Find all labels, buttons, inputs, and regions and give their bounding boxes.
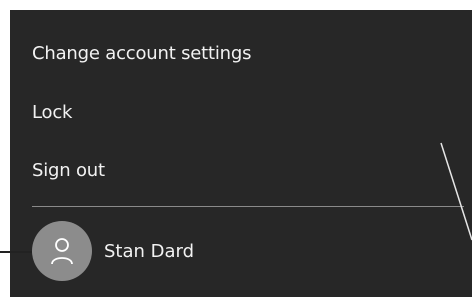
user-name: Stan Dard xyxy=(104,241,195,262)
current-user-row[interactable]: Stan Dard xyxy=(32,221,332,281)
user-avatar-icon xyxy=(51,238,73,265)
avatar xyxy=(32,221,92,281)
account-menu: Change account settings Lock Sign out St… xyxy=(10,10,472,297)
lock-item[interactable]: Lock xyxy=(32,102,72,123)
menu-divider xyxy=(32,206,464,207)
sign-out-item[interactable]: Sign out xyxy=(32,160,105,181)
screenshot-frame: Change account settings Lock Sign out St… xyxy=(0,0,472,297)
change-account-settings-item[interactable]: Change account settings xyxy=(32,43,251,64)
